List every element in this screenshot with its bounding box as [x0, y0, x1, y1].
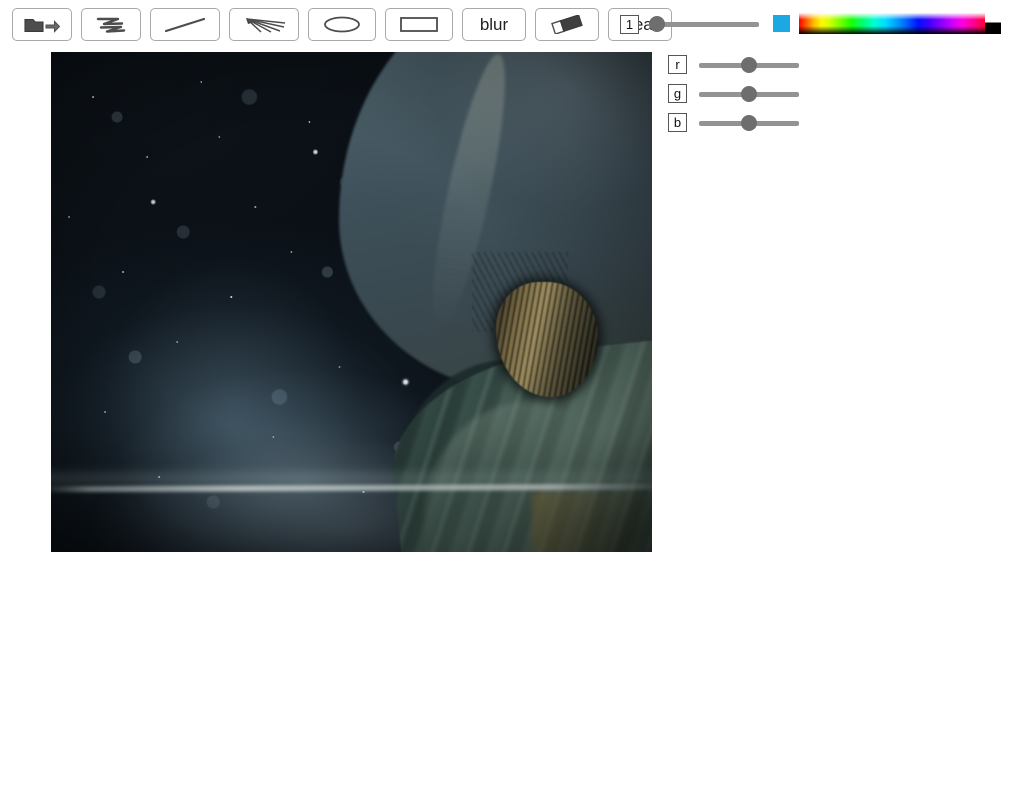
drawing-canvas[interactable]	[51, 52, 652, 552]
blue-slider-thumb[interactable]	[741, 114, 757, 131]
brush-size-input[interactable]	[620, 14, 639, 34]
canvas-artwork	[51, 52, 652, 552]
rgb-sliders-panel	[668, 54, 799, 141]
tool-eraser-button[interactable]	[535, 7, 599, 41]
current-color-swatch[interactable]	[773, 15, 790, 32]
toolbar: blur clear	[12, 6, 672, 42]
red-slider-thumb[interactable]	[741, 56, 757, 73]
blue-channel-input[interactable]	[668, 113, 687, 132]
black-white-block[interactable]	[985, 13, 1001, 34]
tool-scribble-button[interactable]	[81, 7, 141, 41]
red-channel-input[interactable]	[668, 55, 687, 74]
red-channel-slider[interactable]	[699, 56, 799, 74]
artwork-vignette	[51, 52, 652, 552]
rgb-row-r	[668, 54, 799, 75]
tool-open-file-button[interactable]	[12, 7, 72, 41]
blue-channel-slider[interactable]	[699, 114, 799, 132]
brush-size-slider-thumb[interactable]	[649, 16, 665, 32]
tool-blur-button[interactable]: blur	[462, 7, 526, 41]
tool-ellipse-button[interactable]	[308, 7, 376, 41]
tool-blur-label: blur	[479, 14, 509, 34]
folder-arrow-icon	[23, 15, 61, 34]
ellipse-icon	[319, 15, 365, 34]
brush-size-group	[620, 13, 759, 35]
scribble-icon	[92, 15, 130, 34]
line-icon	[161, 15, 209, 34]
hue-shade-overlay	[799, 13, 985, 34]
tool-line-button[interactable]	[150, 7, 220, 41]
color-picker[interactable]	[799, 13, 1001, 34]
brush-size-slider[interactable]	[649, 15, 759, 33]
rgb-row-b	[668, 112, 799, 133]
paint-application: blur clear	[0, 0, 1024, 800]
rgb-row-g	[668, 83, 799, 104]
fan-lines-icon	[240, 15, 288, 34]
green-slider-thumb[interactable]	[741, 85, 757, 102]
green-channel-input[interactable]	[668, 84, 687, 103]
tool-rectangle-button[interactable]	[385, 7, 453, 41]
eraser-icon	[546, 14, 588, 34]
green-channel-slider[interactable]	[699, 85, 799, 103]
rectangle-icon	[396, 15, 442, 34]
brush-size-slider-track	[649, 22, 759, 27]
hue-gradient-strip[interactable]	[799, 13, 985, 34]
tool-fan-lines-button[interactable]	[229, 7, 299, 41]
